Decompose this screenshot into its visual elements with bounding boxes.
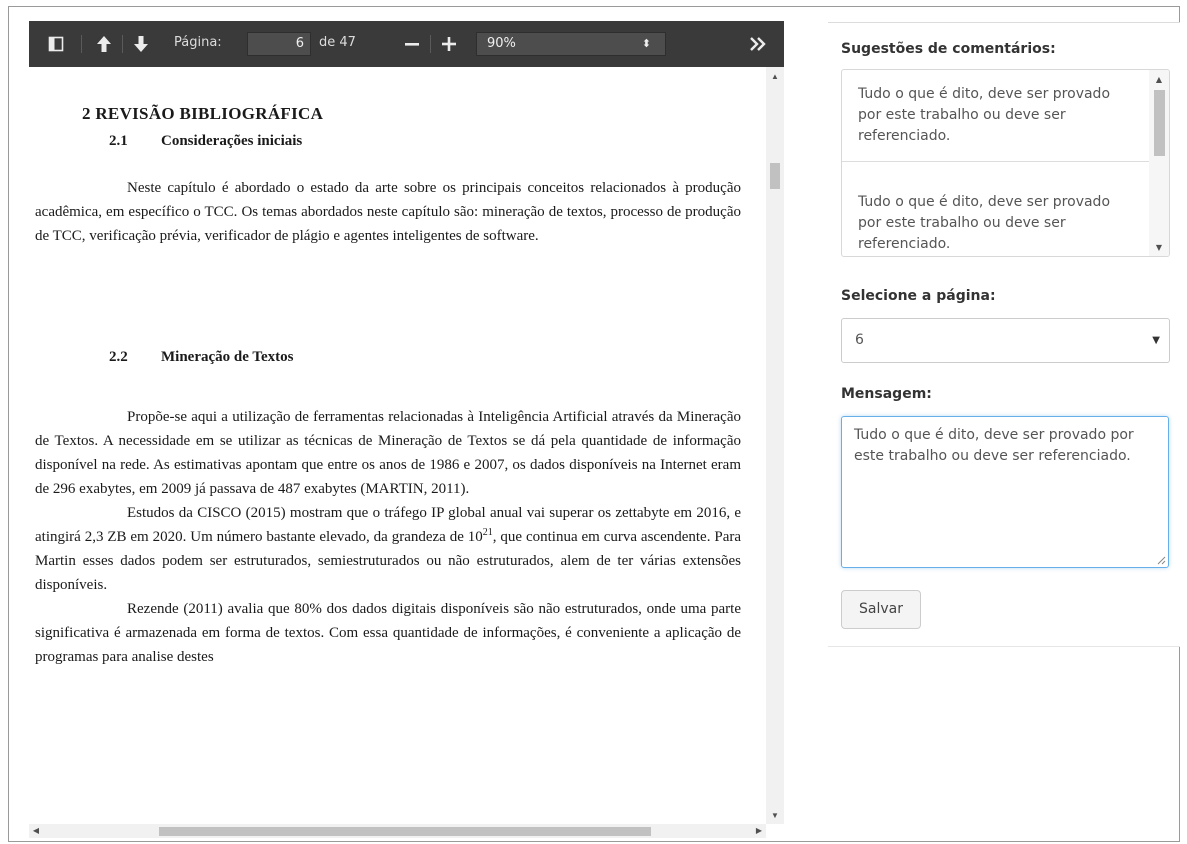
page-select[interactable]: 6 ▼: [841, 318, 1170, 363]
message-text: Tudo o que é dito, deve ser provado por …: [854, 427, 1134, 464]
page-select-value: 6: [855, 332, 864, 348]
page-total: de 47: [319, 35, 356, 50]
superscript: 21: [482, 527, 493, 538]
scroll-left-icon[interactable]: ◀: [29, 824, 43, 838]
page-label: Página:: [174, 35, 222, 50]
chapter-heading: 2 REVISÃO BIBLIOGRÁFICA: [82, 104, 324, 123]
section-title: Considerações iniciais: [161, 133, 303, 149]
section-title: Mineração de Textos: [161, 349, 294, 365]
resize-grip-icon[interactable]: [1157, 556, 1166, 565]
sidebar-toggle-icon[interactable]: [47, 35, 65, 53]
suggestion-item[interactable]: Tudo o que é dito, deve ser provado por …: [842, 70, 1149, 162]
section-number: 2.2: [109, 349, 128, 365]
message-label: Mensagem:: [841, 386, 932, 402]
page-number-input[interactable]: 6: [247, 32, 311, 56]
scrollbar-thumb[interactable]: [770, 163, 780, 189]
scroll-down-icon[interactable]: ▼: [1149, 240, 1169, 256]
zoom-select[interactable]: 90% ⬍: [476, 32, 666, 56]
message-textarea[interactable]: Tudo o que é dito, deve ser provado por …: [841, 416, 1169, 568]
paragraph-text: Neste capítulo é abordado o estado da ar…: [35, 180, 741, 244]
suggestion-item[interactable]: Tudo o que é dito, deve ser provado por …: [842, 178, 1149, 256]
paragraph: Propõe-se aqui a utilização de ferrament…: [35, 405, 741, 669]
suggestions-list: Tudo o que é dito, deve ser provado por …: [841, 69, 1170, 257]
suggestions-label: Sugestões de comentários:: [841, 41, 1056, 57]
tools-menu-icon[interactable]: [746, 34, 770, 54]
pdf-viewer: Página: 6 de 47 90% ⬍ 2 REVISÃO BIBLIOGR…: [29, 21, 784, 838]
paragraph: Neste capítulo é abordado o estado da ar…: [35, 176, 741, 248]
zoom-in-icon[interactable]: [439, 34, 459, 54]
save-button[interactable]: Salvar: [841, 590, 921, 629]
pdf-page: 2 REVISÃO BIBLIOGRÁFICA 2.1 Consideraçõe…: [29, 67, 766, 824]
suggestions-scrollbar[interactable]: ▲ ▼: [1149, 70, 1169, 256]
scrollbar-thumb[interactable]: [159, 827, 651, 836]
vertical-scrollbar[interactable]: ▲ ▼: [766, 67, 784, 824]
pdf-toolbar: Página: 6 de 47 90% ⬍: [29, 21, 784, 67]
page-select-label: Selecione a página:: [841, 288, 996, 304]
previous-page-icon[interactable]: [95, 34, 113, 54]
comment-panel: Sugestões de comentários: Tudo o que é d…: [828, 22, 1180, 647]
paragraph-text: Rezende (2011) avalia que 80% dos dados …: [35, 601, 741, 665]
chevron-updown-icon: ⬍: [641, 37, 651, 50]
horizontal-scrollbar[interactable]: ◀ ▶: [29, 824, 766, 838]
next-page-icon[interactable]: [132, 34, 150, 54]
section-number: 2.1: [109, 133, 128, 149]
scrollbar-thumb[interactable]: [1154, 90, 1165, 156]
zoom-out-icon[interactable]: [402, 34, 422, 54]
paragraph-text: Estudos da CISCO (2015) mostram que o tr…: [35, 501, 741, 597]
scroll-right-icon[interactable]: ▶: [752, 824, 766, 838]
paragraph-text: Propõe-se aqui a utilização de ferrament…: [35, 409, 741, 497]
scroll-up-icon[interactable]: ▲: [1149, 72, 1169, 88]
zoom-value: 90%: [487, 36, 516, 51]
scroll-down-icon[interactable]: ▼: [766, 808, 784, 824]
chevron-down-icon: ▼: [1152, 335, 1160, 346]
scroll-up-icon[interactable]: ▲: [766, 69, 784, 85]
